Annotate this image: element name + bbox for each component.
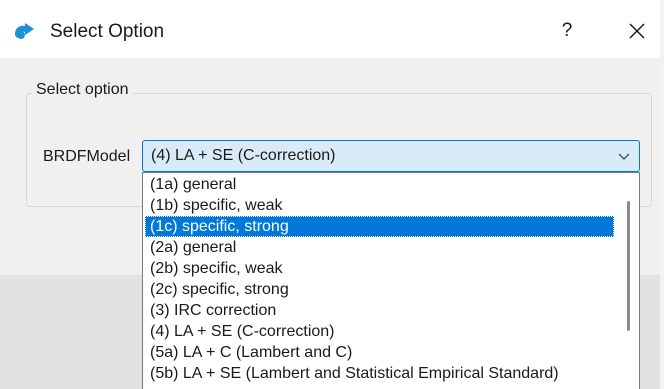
background-edge [660,0,664,389]
title-bar[interactable]: Select Option ? [0,0,660,58]
list-item[interactable]: (5b) LA + SE (Lambert and Statistical Em… [145,363,614,384]
screen: Select Option ? Select option BRDFModel … [0,0,664,389]
brdfmodel-combobox[interactable]: (4) LA + SE (C-correction) [142,140,640,172]
help-button[interactable]: ? [552,14,582,48]
combobox-value: (4) LA + SE (C-correction) [151,147,336,164]
groupbox-title: Select option [32,81,133,99]
chevron-down-icon[interactable] [617,149,631,163]
list-item[interactable]: (1a) general [145,174,614,195]
close-icon [629,23,645,39]
window-title: Select Option [50,21,165,42]
list-item[interactable]: (3) IRC correction [145,300,614,321]
list-item[interactable]: (5a) LA + C (Lambert and C) [145,342,614,363]
list-item[interactable]: (2a) general [145,237,614,258]
list-item[interactable]: (2c) specific, strong [145,279,614,300]
list-item[interactable]: (2b) specific, weak [145,258,614,279]
list-item[interactable]: (4) LA + SE (C-correction) [145,321,614,342]
dropdown-scrollbar[interactable] [619,173,639,389]
scrollbar-thumb[interactable] [627,201,630,331]
brdfmodel-dropdown-list[interactable]: (1a) general (1b) specific, weak (1c) sp… [142,172,640,389]
list-item-highlighted[interactable]: (1c) specific, strong [145,216,614,237]
close-button[interactable] [620,14,654,48]
select-option-dialog: Select Option ? Select option BRDFModel … [0,0,660,389]
brdfmodel-label: BRDFModel [43,148,131,165]
list-item[interactable]: (1b) specific, weak [145,195,614,216]
app-arrow-icon [15,23,34,39]
